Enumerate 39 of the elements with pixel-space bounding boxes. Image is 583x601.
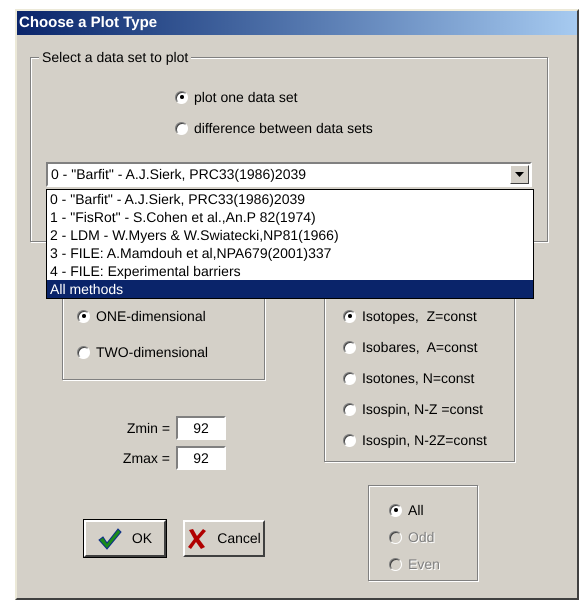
- radio-button[interactable]: [343, 402, 356, 416]
- radio-button[interactable]: [175, 90, 188, 104]
- z-label: Zmax =: [122, 448, 170, 468]
- check-icon: [98, 528, 122, 550]
- radio-label: Isospin, N-Z =const: [362, 402, 483, 416]
- radio-label: Isotopes, Z=const: [362, 309, 477, 323]
- radio-label: TWO-dimensional: [96, 345, 208, 359]
- dataset-dropdown[interactable]: 0 - "Barfit" - A.J.Sierk, PRC33(1986)2039: [46, 162, 532, 187]
- ok-button[interactable]: OK: [84, 520, 166, 557]
- dropdown-item[interactable]: 0 - "Barfit" - A.J.Sierk, PRC33(1986)2039: [47, 190, 533, 208]
- radio-button[interactable]: [343, 310, 356, 322]
- group-legend: Select a data set to plot: [39, 49, 192, 65]
- window-title: Choose a Plot Type: [19, 12, 158, 33]
- radio-label: ONE-dimensional: [96, 309, 206, 323]
- z-input[interactable]: 92: [176, 446, 226, 470]
- x-icon: [187, 528, 208, 550]
- radio-label: Isotones, N=const: [362, 371, 474, 385]
- radio-label: plot one data set: [194, 90, 298, 104]
- z-input[interactable]: 92: [176, 416, 226, 440]
- dropdown-item[interactable]: 2 - LDM - W.Myers & W.Swiatecki,NP81(1966): [47, 226, 533, 244]
- radio-label: Isospin, N-2Z=const: [362, 433, 487, 447]
- dropdown-item[interactable]: 1 - "FisRot" - S.Cohen et al.,An.P 82(1974): [47, 208, 533, 226]
- dropdown-item[interactable]: All methods: [47, 280, 533, 298]
- z-label: Zmin =: [126, 418, 170, 438]
- radio-button[interactable]: [343, 372, 356, 384]
- dropdown-item[interactable]: 3 - FILE: A.Mamdouh et al,NPA679(2001)337: [47, 244, 533, 262]
- radio-button[interactable]: [77, 346, 90, 358]
- radio-label: Odd: [408, 530, 434, 544]
- radio-label: Isobares, A=const: [362, 340, 478, 354]
- radio-label: All: [408, 503, 424, 517]
- radio-label: difference between data sets: [194, 121, 373, 135]
- radio-button[interactable]: [389, 504, 402, 516]
- radio-button[interactable]: [343, 434, 356, 446]
- radio-button[interactable]: [175, 122, 188, 134]
- radio-button[interactable]: [343, 340, 356, 354]
- dropdown-item[interactable]: 4 - FILE: Experimental barriers: [47, 262, 533, 280]
- radio-button[interactable]: [77, 310, 90, 322]
- radio-label: Even: [408, 557, 440, 571]
- cancel-button[interactable]: Cancel: [183, 520, 265, 557]
